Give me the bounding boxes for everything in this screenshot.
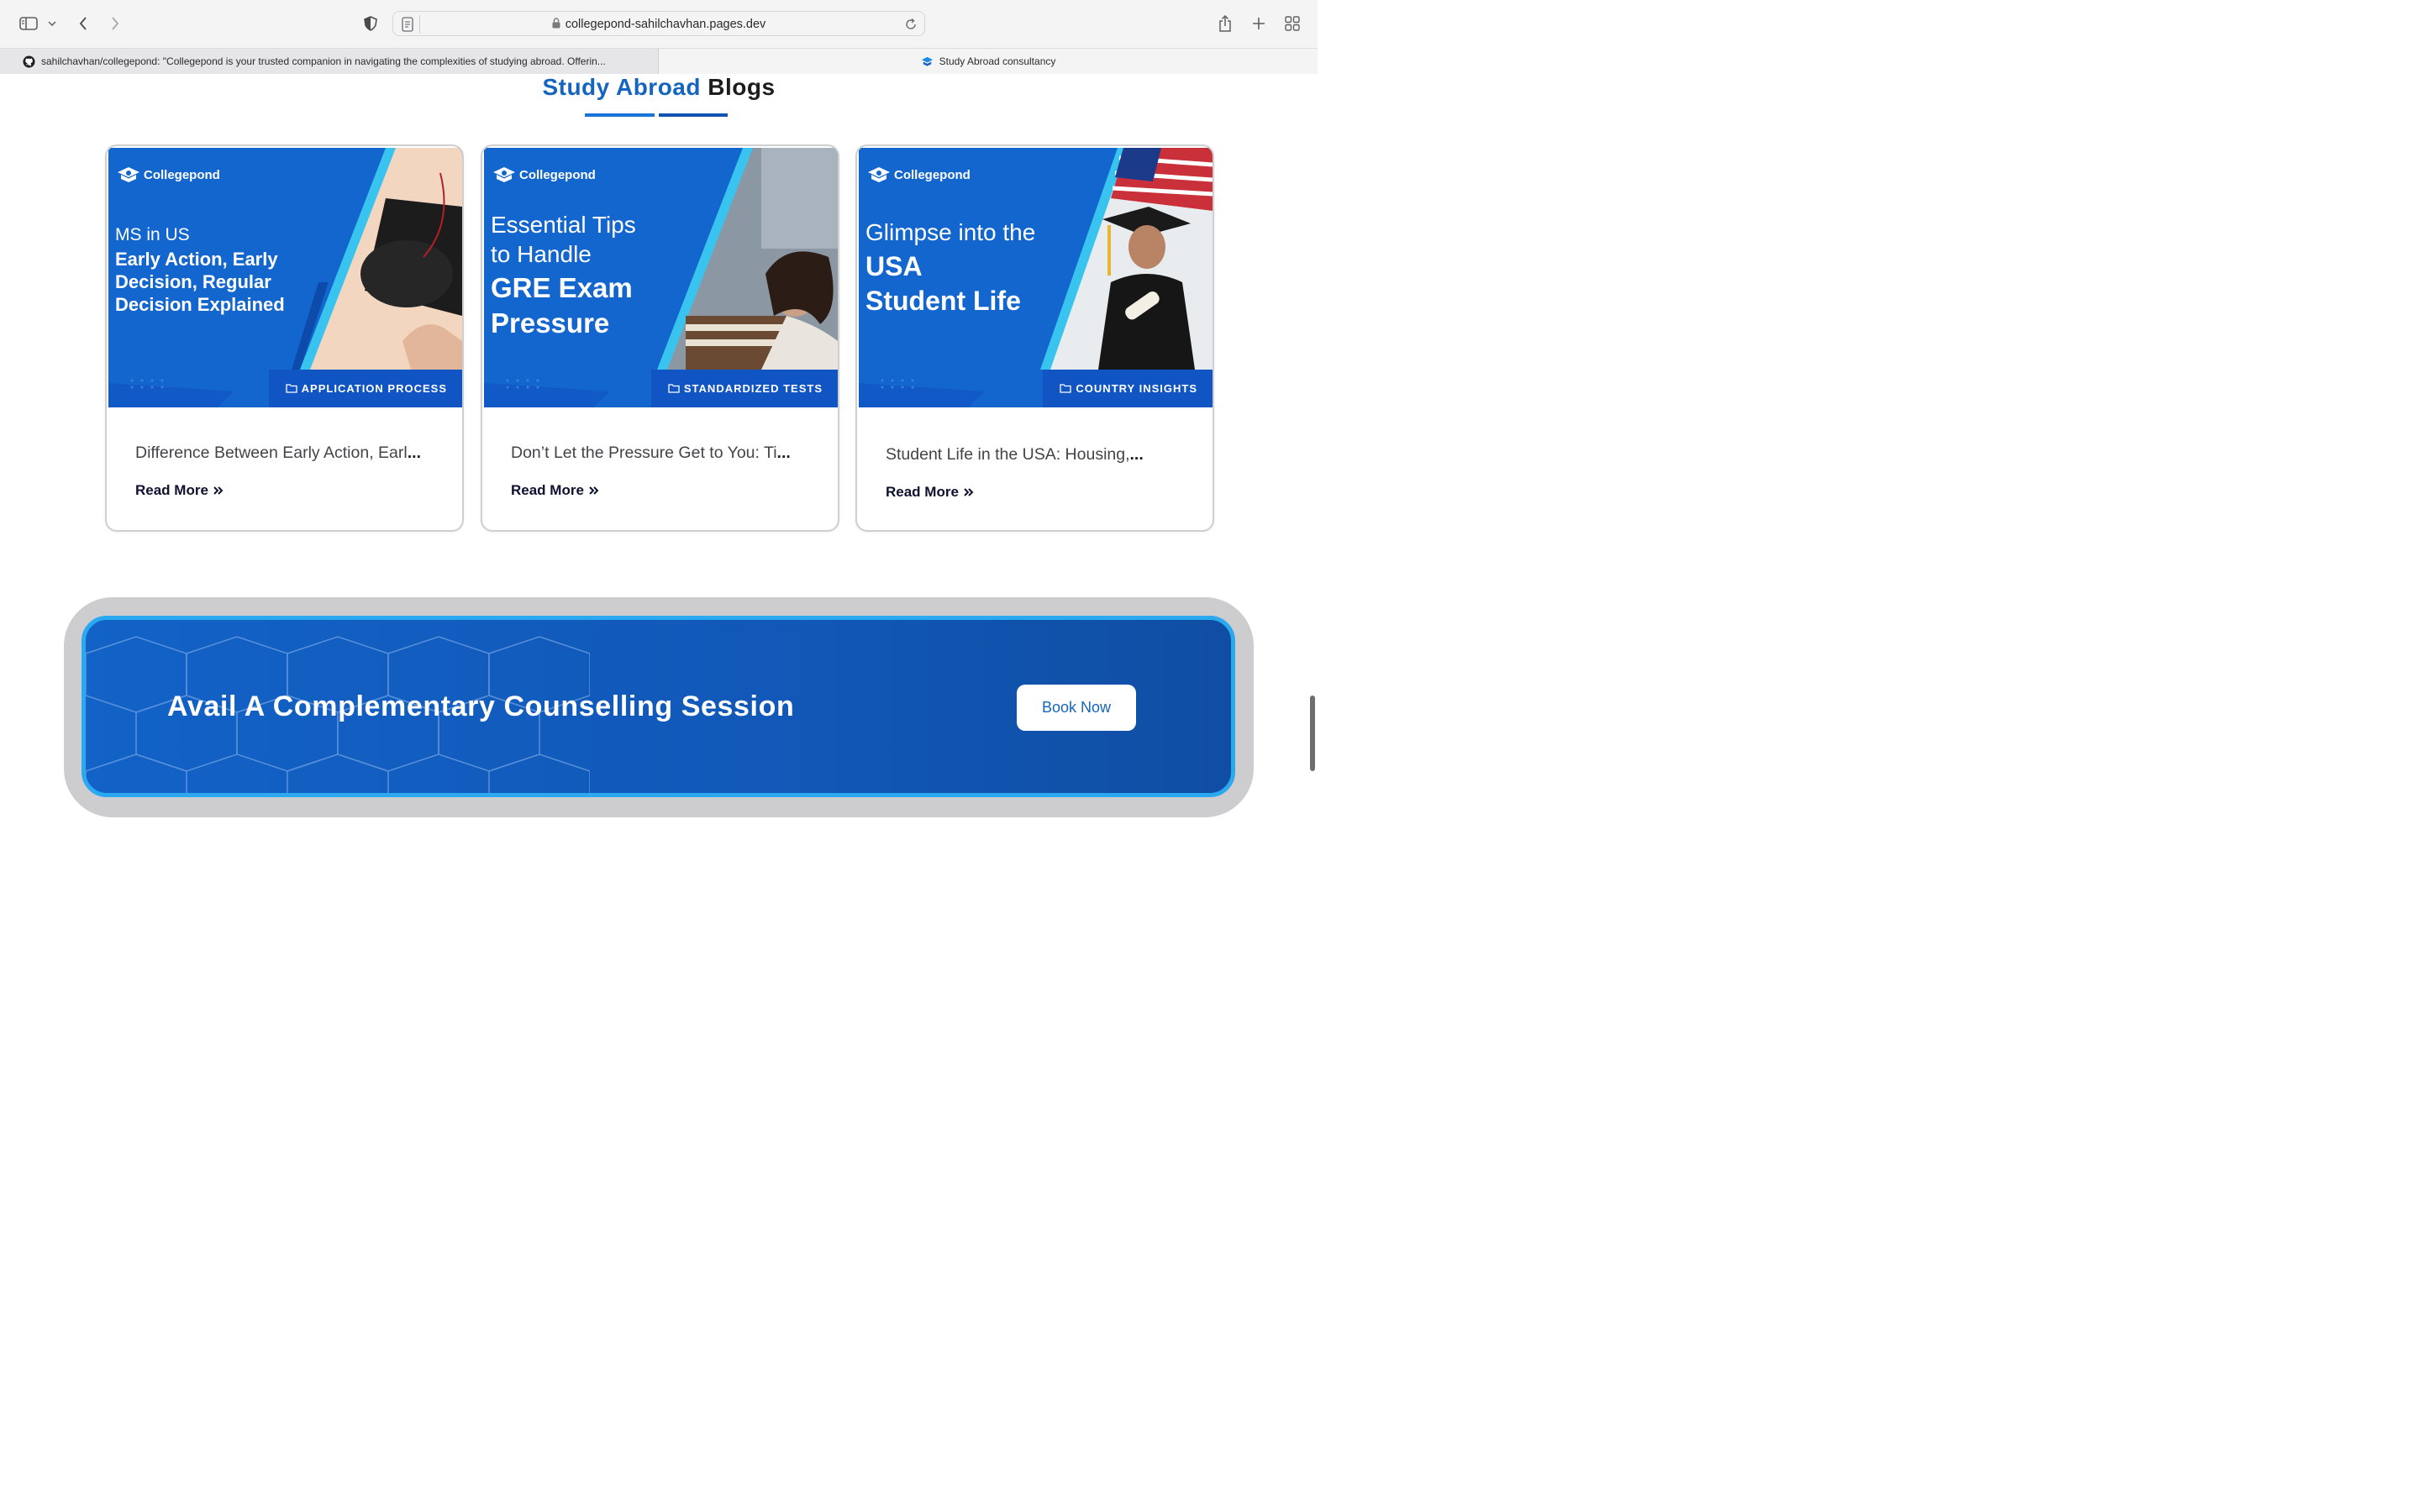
- blog-thumbnail[interactable]: Collegepond MS in US Early Action, Early…: [108, 148, 462, 407]
- blog-title[interactable]: Don’t Let the Pressure Get to You: Ti...: [511, 444, 791, 463]
- ellipsis: ...: [407, 444, 421, 462]
- blog-thumbnail[interactable]: Collegepond Essential Tips to Handle GRE…: [484, 148, 838, 407]
- thumb-line-1: MS in US: [115, 225, 190, 244]
- section-title-accent: Study Abroad: [542, 74, 701, 100]
- share-icon[interactable]: [1217, 12, 1234, 35]
- blog-title-text: Student Life in the USA: Housing,: [886, 445, 1130, 464]
- ellipsis: ...: [776, 444, 791, 462]
- back-icon[interactable]: [76, 12, 91, 35]
- thumb-line-2: USA: [865, 251, 923, 281]
- forward-icon[interactable]: [108, 12, 123, 35]
- brand-name: Collegepond: [519, 167, 596, 182]
- ellipsis: ...: [1129, 445, 1144, 464]
- double-chevron-right-icon: [589, 486, 599, 495]
- tab-strip: sahilchavhan/collegepond: "Collegepond i…: [0, 48, 1318, 74]
- folder-icon: [668, 384, 680, 393]
- thumb-line-3: Decision, Regular: [115, 271, 271, 292]
- folder-icon: [1060, 384, 1072, 393]
- scrollbar-thumb[interactable]: [1310, 696, 1315, 771]
- read-more-label: Read More: [511, 482, 584, 498]
- category-label: STANDARDIZED TESTS: [683, 382, 823, 395]
- double-chevron-right-icon: [213, 486, 224, 495]
- category-badge[interactable]: APPLICATION PROCESS: [268, 370, 462, 407]
- category-label: COUNTRY INSIGHTS: [1076, 382, 1197, 395]
- collegepond-logo-icon: [118, 167, 139, 182]
- read-more-link[interactable]: Read More: [886, 484, 975, 501]
- chevron-down-icon[interactable]: [47, 12, 57, 35]
- book-now-button[interactable]: Book Now: [1017, 685, 1136, 731]
- brand-logo: Collegepond: [867, 166, 971, 183]
- address-bar[interactable]: collegepond-sahilchavhan.pages.dev: [392, 11, 925, 36]
- collegepond-logo-icon: [493, 167, 515, 182]
- tab-collegepond[interactable]: Study Abroad consultancy: [659, 49, 1318, 74]
- folder-icon: [286, 384, 297, 393]
- url-text[interactable]: collegepond-sahilchavhan.pages.dev: [393, 18, 924, 32]
- thumb-line-2: Early Action, Early: [115, 249, 278, 270]
- thumb-line-2: to Handle: [491, 241, 592, 267]
- category-badge[interactable]: COUNTRY INSIGHTS: [1043, 370, 1213, 407]
- github-icon: [23, 55, 35, 68]
- double-chevron-right-icon: [964, 488, 974, 496]
- section-title: Study Abroad Blogs: [0, 74, 1318, 101]
- read-more-label: Read More: [886, 484, 959, 500]
- blog-card[interactable]: Collegepond Essential Tips to Handle GRE…: [481, 144, 839, 532]
- brand-logo: Collegepond: [492, 166, 596, 183]
- thumb-line-1: Essential Tips: [491, 212, 636, 238]
- thumb-line-4: Decision Explained: [115, 294, 285, 315]
- read-more-link[interactable]: Read More: [135, 482, 224, 499]
- blog-card[interactable]: Collegepond Glimpse into the USA Student…: [855, 144, 1214, 532]
- brand-name: Collegepond: [894, 167, 971, 182]
- collegepond-icon: [921, 56, 933, 66]
- section-title-rest: Blogs: [708, 74, 776, 100]
- cta-heading: Avail A Complementary Counselling Sessio…: [167, 690, 795, 722]
- decorative-dots: [506, 379, 539, 389]
- cta-banner: Avail A Complementary Counselling Sessio…: [82, 616, 1235, 797]
- blog-thumbnail[interactable]: Collegepond Glimpse into the USA Student…: [859, 148, 1213, 407]
- thumb-line-3: GRE Exam: [491, 272, 633, 303]
- blog-title[interactable]: Difference Between Early Action, Earl...: [135, 444, 421, 463]
- blog-title-text: Difference Between Early Action, Earl: [135, 444, 408, 462]
- tab-overview-icon[interactable]: [1284, 12, 1301, 35]
- thumb-line-3: Student Life: [865, 286, 1021, 316]
- read-more-link[interactable]: Read More: [511, 482, 600, 499]
- cta-banner-frame: Avail A Complementary Counselling Sessio…: [64, 597, 1254, 817]
- lock-icon: [552, 18, 560, 32]
- collegepond-logo-icon: [868, 167, 890, 182]
- tab-label: sahilchavhan/collegepond: "Collegepond i…: [41, 55, 606, 67]
- tab-label: Study Abroad consultancy: [939, 55, 1056, 67]
- blog-card[interactable]: Collegepond MS in US Early Action, Early…: [105, 144, 464, 532]
- tab-github[interactable]: sahilchavhan/collegepond: "Collegepond i…: [0, 49, 659, 74]
- url-label: collegepond-sahilchavhan.pages.dev: [565, 18, 766, 31]
- sidebar-toggle-icon[interactable]: [18, 12, 39, 35]
- brand-logo: Collegepond: [117, 166, 220, 183]
- title-underline-left: [585, 113, 655, 117]
- decorative-dots: [130, 379, 164, 389]
- category-badge[interactable]: STANDARDIZED TESTS: [650, 370, 838, 407]
- page-content: Study Abroad Blogs Collegepond MS in US …: [0, 74, 1318, 823]
- decorative-dots: [881, 379, 914, 389]
- privacy-shield-icon[interactable]: [362, 12, 379, 35]
- reload-icon[interactable]: [904, 18, 918, 31]
- brand-name: Collegepond: [144, 167, 220, 182]
- thumb-line-1: Glimpse into the: [865, 219, 1036, 245]
- thumb-line-4: Pressure: [491, 307, 610, 339]
- blog-title[interactable]: Student Life in the USA: Housing,...: [886, 445, 1144, 465]
- new-tab-icon[interactable]: [1250, 12, 1267, 35]
- title-underline-right: [659, 113, 728, 117]
- blog-title-text: Don’t Let the Pressure Get to You: Ti: [511, 444, 777, 462]
- category-label: APPLICATION PROCESS: [301, 382, 447, 395]
- browser-toolbar: collegepond-sahilchavhan.pages.dev: [0, 0, 1318, 48]
- read-more-label: Read More: [135, 482, 208, 498]
